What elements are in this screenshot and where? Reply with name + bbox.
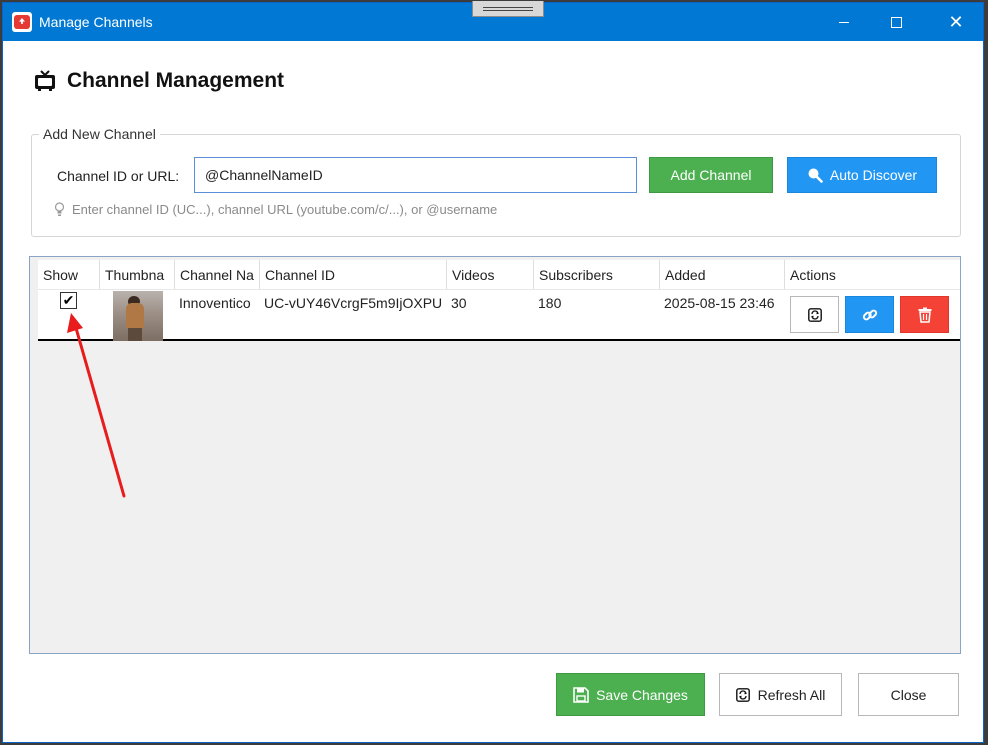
save-changes-label: Save Changes [596, 686, 688, 703]
manage-channels-window: Manage Channels ✕ Channel Management Add… [2, 1, 984, 743]
channels-grid[interactable]: Show Thumbna Channel Na Channel ID Video… [29, 256, 961, 654]
snap-grip-handle[interactable] [472, 1, 544, 17]
refresh-icon [807, 307, 822, 322]
refresh-icon [735, 687, 750, 702]
maximize-icon [890, 16, 902, 28]
col-header-thumbnail[interactable]: Thumbna [100, 260, 175, 289]
window-title: Manage Channels [39, 14, 153, 30]
search-icon [808, 168, 823, 183]
close-button[interactable]: Close [858, 673, 959, 716]
table-row[interactable]: ✔ Innoventico UC-vUY46VcrgF5m9IjOXPU 30 … [38, 289, 960, 341]
col-header-show[interactable]: Show [38, 260, 100, 289]
hint-text: Enter channel ID (UC...), channel URL (y… [72, 202, 498, 217]
col-header-channel-name[interactable]: Channel Na [175, 260, 260, 289]
tv-icon [35, 70, 55, 91]
auto-discover-label: Auto Discover [829, 167, 918, 183]
channel-input-label: Channel ID or URL: [57, 168, 180, 184]
minimize-icon [839, 21, 849, 23]
col-header-channel-id[interactable]: Channel ID [260, 260, 447, 289]
close-window-button[interactable]: ✕ [933, 3, 979, 41]
trash-icon [918, 307, 931, 323]
add-channel-button[interactable]: Add Channel [649, 157, 773, 193]
app-icon [12, 12, 32, 32]
cell-channel-name: Innoventico [179, 295, 251, 311]
row-refresh-button[interactable] [790, 296, 839, 333]
col-header-added[interactable]: Added [660, 260, 785, 289]
link-icon [862, 309, 877, 320]
minimize-button[interactable] [821, 3, 867, 41]
col-header-actions[interactable]: Actions [785, 260, 960, 289]
cell-channel-id: UC-vUY46VcrgF5m9IjOXPU [264, 295, 443, 311]
cell-added: 2025-08-15 23:46 [664, 295, 775, 311]
cell-videos: 30 [451, 295, 467, 311]
col-header-subscribers[interactable]: Subscribers [534, 260, 660, 289]
refresh-all-label: Refresh All [757, 686, 826, 703]
input-hint: Enter channel ID (UC...), channel URL (y… [54, 202, 497, 217]
page-heading: Channel Management [33, 69, 284, 93]
col-header-videos[interactable]: Videos [447, 260, 534, 289]
auto-discover-button[interactable]: Auto Discover [787, 157, 937, 193]
save-changes-button[interactable]: Save Changes [556, 673, 705, 716]
page-title: Channel Management [67, 69, 285, 92]
row-delete-button[interactable] [900, 296, 949, 333]
close-icon: ✕ [948, 12, 964, 32]
grid-header: Show Thumbna Channel Na Channel ID Video… [38, 260, 960, 289]
annotation-arrow [67, 313, 126, 498]
row-open-link-button[interactable] [845, 296, 894, 333]
lightbulb-icon [54, 202, 65, 216]
add-channel-group: Add New Channel Channel ID or URL: @Chan… [31, 126, 961, 237]
save-icon [573, 686, 589, 703]
group-legend: Add New Channel [39, 126, 160, 142]
cell-subscribers: 180 [538, 295, 562, 311]
refresh-all-button[interactable]: Refresh All [719, 673, 842, 716]
channel-id-input[interactable]: @ChannelNameID [194, 157, 637, 193]
maximize-button[interactable] [873, 3, 919, 41]
